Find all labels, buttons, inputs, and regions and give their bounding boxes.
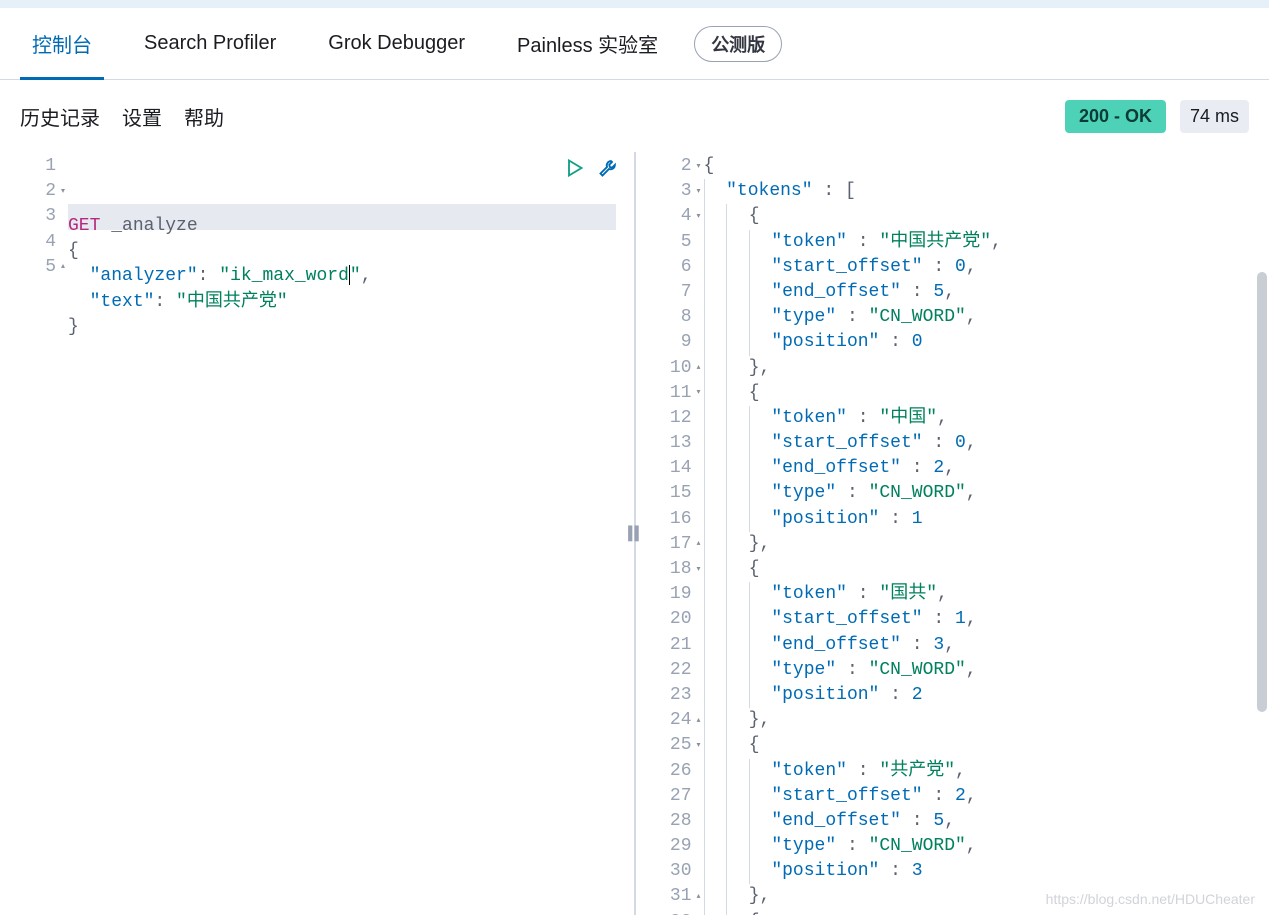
tabs-row: 控制台 Search Profiler Grok Debugger Painle… [0, 8, 1269, 80]
response-gutter: 2▾3▾4▾5678910▴11▾121314151617▴18▾1920212… [636, 152, 704, 915]
subnav-settings[interactable]: 设置 [122, 102, 162, 131]
run-icon[interactable] [562, 156, 586, 180]
request-actions [562, 156, 620, 180]
subnav-history[interactable]: 历史记录 [20, 102, 100, 131]
response-panel[interactable]: 2▾3▾4▾5678910▴11▾121314151617▴18▾1920212… [635, 152, 1269, 915]
tab-grok-debugger[interactable]: Grok Debugger [316, 8, 477, 79]
beta-badge: 公测版 [694, 26, 782, 62]
scrollbar[interactable] [1257, 272, 1267, 712]
wrench-icon[interactable] [596, 156, 620, 180]
tab-painless-lab[interactable]: Painless 实验室 [505, 8, 670, 79]
subnav: 历史记录 设置 帮助 200 - OK 74 ms [0, 80, 1269, 152]
resize-handle[interactable]: ▌▌ [628, 526, 641, 542]
top-banner [0, 0, 1269, 8]
tab-console[interactable]: 控制台 [20, 8, 104, 79]
watermark: https://blog.csdn.net/HDUCheater [1046, 891, 1255, 907]
request-code[interactable]: GET _analyze{ "analyzer": "ik_max_word",… [68, 152, 634, 915]
request-gutter: 12▾345▴ [0, 152, 68, 915]
editors: 12▾345▴ GET _analyze{ "analyzer": "ik_ma… [0, 152, 1269, 915]
subnav-help[interactable]: 帮助 [184, 102, 224, 131]
request-panel[interactable]: 12▾345▴ GET _analyze{ "analyzer": "ik_ma… [0, 152, 635, 915]
response-code: { "tokens" : [ { "token" : "中国共产党", "sta… [704, 152, 1269, 915]
status-badge: 200 - OK [1065, 100, 1166, 133]
tab-search-profiler[interactable]: Search Profiler [132, 8, 288, 79]
time-badge: 74 ms [1180, 100, 1249, 133]
